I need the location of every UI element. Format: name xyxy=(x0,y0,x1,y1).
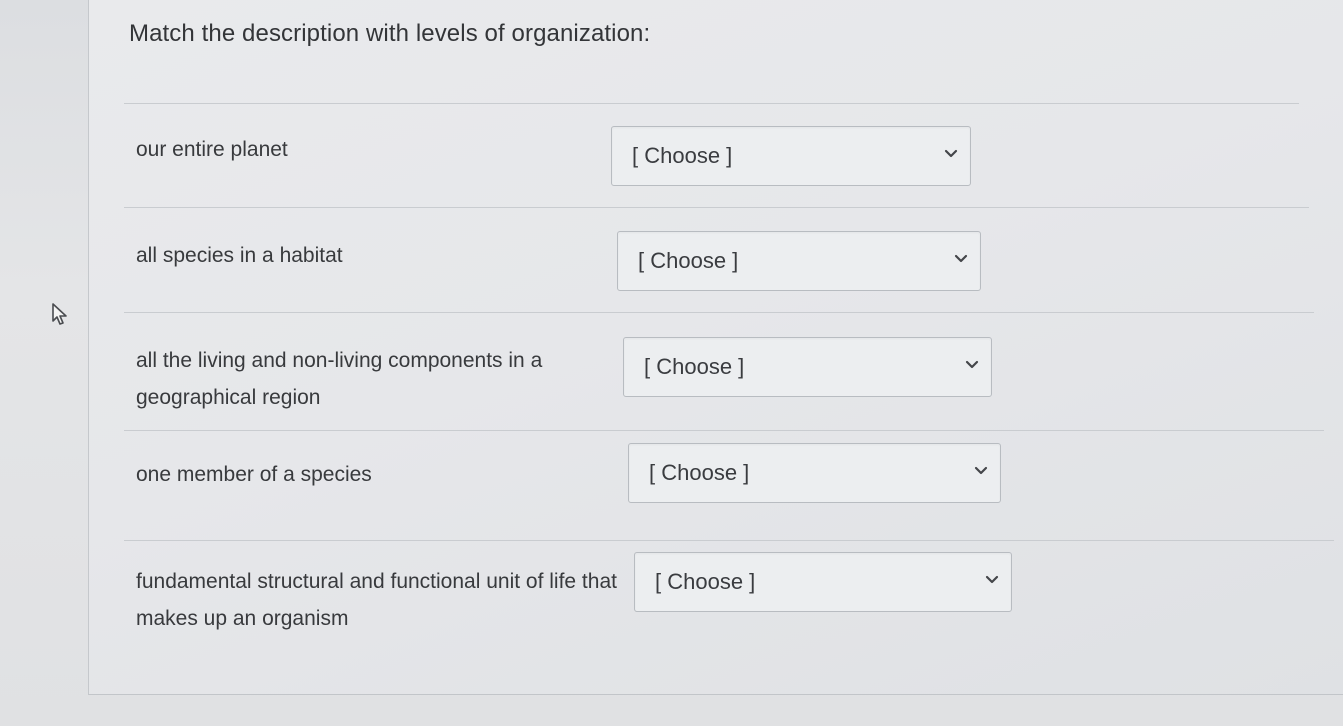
divider xyxy=(124,207,1309,208)
select-value: [ Choose ] xyxy=(649,460,750,485)
select-value: [ Choose ] xyxy=(655,569,756,594)
match-select-5[interactable]: [ Choose ] xyxy=(634,552,1012,612)
divider xyxy=(124,540,1334,541)
select-value: [ Choose ] xyxy=(638,248,739,273)
divider xyxy=(124,312,1314,313)
item-prompt: one member of a species xyxy=(136,463,372,486)
mouse-pointer-icon xyxy=(52,303,67,325)
item-prompt: our entire planet xyxy=(136,138,288,161)
divider xyxy=(124,103,1299,104)
chevron-down-icon xyxy=(954,254,968,263)
select-value: [ Choose ] xyxy=(632,143,733,168)
match-select-4[interactable]: [ Choose ] xyxy=(628,443,1001,503)
divider xyxy=(124,430,1324,431)
chevron-down-icon xyxy=(944,149,958,158)
match-select-2[interactable]: [ Choose ] xyxy=(617,231,981,291)
match-select-1[interactable]: [ Choose ] xyxy=(611,126,971,186)
question-title: Match the description with levels of org… xyxy=(129,20,651,47)
item-prompt: fundamental structural and functional un… xyxy=(136,570,617,630)
item-prompt: all species in a habitat xyxy=(136,244,343,267)
select-value: [ Choose ] xyxy=(644,354,745,379)
chevron-down-icon xyxy=(965,360,979,369)
chevron-down-icon xyxy=(974,466,988,475)
item-prompt: all the living and non-living components… xyxy=(136,349,543,409)
chevron-down-icon xyxy=(985,575,999,584)
match-select-3[interactable]: [ Choose ] xyxy=(623,337,992,397)
